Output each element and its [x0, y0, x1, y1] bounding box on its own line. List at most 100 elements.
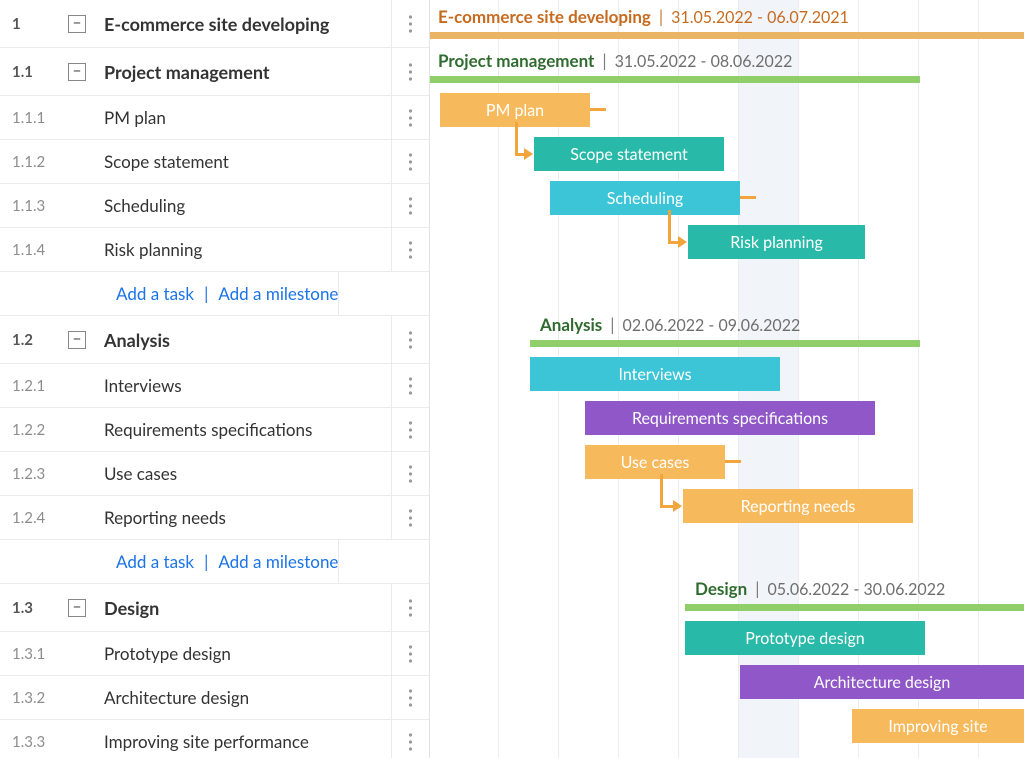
summary-title: E-commerce site developing [438, 6, 651, 27]
row-actions-col [391, 184, 429, 227]
project-summary-bar[interactable] [430, 32, 1024, 39]
row-actions-col [391, 408, 429, 451]
task-bar[interactable]: Reporting needs [683, 489, 913, 523]
summary-title: Project management [438, 50, 594, 71]
task-bar[interactable]: Interviews [530, 357, 780, 391]
group-row: 1.2−Analysis [0, 316, 429, 364]
task-bar-label: PM plan [486, 101, 544, 120]
project-summary-label[interactable]: E-commerce site developing | 31.05.2022 … [438, 6, 849, 27]
wbs-number: 1.2.3 [12, 465, 68, 483]
more-icon[interactable] [396, 645, 426, 663]
more-icon[interactable] [396, 331, 426, 349]
row-actions-col [391, 720, 429, 758]
collapse-toggle[interactable]: − [68, 599, 86, 617]
task-row: 1.1.1 PM plan [0, 96, 429, 140]
more-icon[interactable] [396, 599, 426, 617]
more-icon[interactable] [396, 465, 426, 483]
summary-dates: 31.05.2022 - 08.06.2022 [615, 52, 793, 71]
task-name[interactable]: Requirements specifications [104, 419, 391, 440]
add-links-separator: | [204, 283, 208, 304]
task-name[interactable]: Risk planning [104, 239, 391, 260]
summary-separator: | [755, 578, 759, 599]
task-bar[interactable]: Improving site [852, 709, 1024, 743]
more-icon[interactable] [396, 153, 426, 171]
summary-separator: | [610, 314, 614, 335]
group-summary-label[interactable]: Design | 05.06.2022 - 30.06.2022 [695, 578, 945, 599]
group-name[interactable]: Project management [104, 61, 391, 83]
task-name[interactable]: Improving site performance [104, 731, 391, 752]
task-name[interactable]: Architecture design [104, 687, 391, 708]
more-icon[interactable] [396, 377, 426, 395]
project-name[interactable]: E-commerce site developing [104, 13, 391, 35]
more-icon[interactable] [396, 63, 426, 81]
task-bar[interactable]: Prototype design [685, 621, 925, 655]
group-name[interactable]: Design [104, 597, 391, 619]
wbs-number: 1.1.2 [12, 153, 68, 171]
wbs-number: 1.2.4 [12, 509, 68, 527]
wbs-number: 1.2.1 [12, 377, 68, 395]
more-icon[interactable] [396, 197, 426, 215]
wbs-number: 1.1.1 [12, 109, 68, 127]
more-icon[interactable] [396, 421, 426, 439]
row-actions-col [391, 452, 429, 495]
task-row: 1.1.3 Scheduling [0, 184, 429, 228]
wbs-number: 1.1.4 [12, 241, 68, 259]
summary-separator: | [602, 50, 606, 71]
add-task-link[interactable]: Add a task [116, 283, 194, 304]
task-bar[interactable]: PM plan [440, 93, 590, 127]
task-name[interactable]: Prototype design [104, 643, 391, 664]
add-milestone-link[interactable]: Add a milestone [218, 551, 338, 572]
row-actions-col [391, 496, 429, 539]
wbs-number: 1 [12, 15, 68, 33]
task-name[interactable]: Scheduling [104, 195, 391, 216]
project-row: 1−E-commerce site developing [0, 0, 429, 48]
row-actions-col [391, 364, 429, 407]
task-bar-label: Prototype design [745, 629, 864, 648]
wbs-number: 1.1 [12, 63, 68, 81]
wbs-number: 1.2 [12, 331, 68, 349]
group-name[interactable]: Analysis [104, 329, 391, 351]
summary-dates: 02.06.2022 - 09.06.2022 [623, 316, 801, 335]
task-row: 1.3.2Architecture design [0, 676, 429, 720]
more-icon[interactable] [396, 241, 426, 259]
add-milestone-link[interactable]: Add a milestone [218, 283, 338, 304]
task-bar[interactable]: Scheduling [550, 181, 740, 215]
task-name[interactable]: Use cases [104, 463, 391, 484]
row-actions-col [338, 272, 376, 315]
group-summary-bar[interactable] [430, 76, 920, 83]
row-actions-col [391, 316, 429, 363]
task-bar[interactable]: Risk planning [688, 225, 865, 259]
wbs-number: 1.1.3 [12, 197, 68, 215]
collapse-toggle[interactable]: − [68, 331, 86, 349]
row-actions-col [391, 0, 429, 47]
more-icon[interactable] [396, 733, 426, 751]
task-name[interactable]: Scope statement [104, 151, 391, 172]
task-row: 1.1.4 Risk planning [0, 228, 429, 272]
group-row: 1.1−Project management [0, 48, 429, 96]
row-actions-col [391, 584, 429, 631]
summary-separator: | [659, 6, 663, 27]
collapse-toggle[interactable]: − [68, 63, 86, 81]
task-name[interactable]: Interviews [104, 375, 391, 396]
group-summary-label[interactable]: Project management | 31.05.2022 - 08.06.… [438, 50, 792, 71]
add-task-link[interactable]: Add a task [116, 551, 194, 572]
group-summary-label[interactable]: Analysis | 02.06.2022 - 09.06.2022 [540, 314, 800, 335]
task-bar[interactable]: Use cases [585, 445, 725, 479]
more-icon[interactable] [396, 15, 426, 33]
task-tree-panel: 1−E-commerce site developing1.1−Project … [0, 0, 430, 758]
task-bar[interactable]: Scope statement [534, 137, 724, 171]
task-row: 1.2.2Requirements specifications [0, 408, 429, 452]
task-row: 1.2.1 Interviews [0, 364, 429, 408]
more-icon[interactable] [396, 109, 426, 127]
more-icon[interactable] [396, 689, 426, 707]
task-name[interactable]: PM plan [104, 107, 391, 128]
collapse-toggle[interactable]: − [68, 15, 86, 33]
task-bar-label: Reporting needs [741, 497, 856, 516]
group-summary-bar[interactable] [530, 340, 920, 347]
task-bar[interactable]: Requirements specifications [585, 401, 875, 435]
row-actions-col [338, 540, 376, 583]
group-summary-bar[interactable] [685, 604, 1024, 611]
more-icon[interactable] [396, 509, 426, 527]
task-name[interactable]: Reporting needs [104, 507, 391, 528]
task-bar[interactable]: Architecture design [740, 665, 1024, 699]
